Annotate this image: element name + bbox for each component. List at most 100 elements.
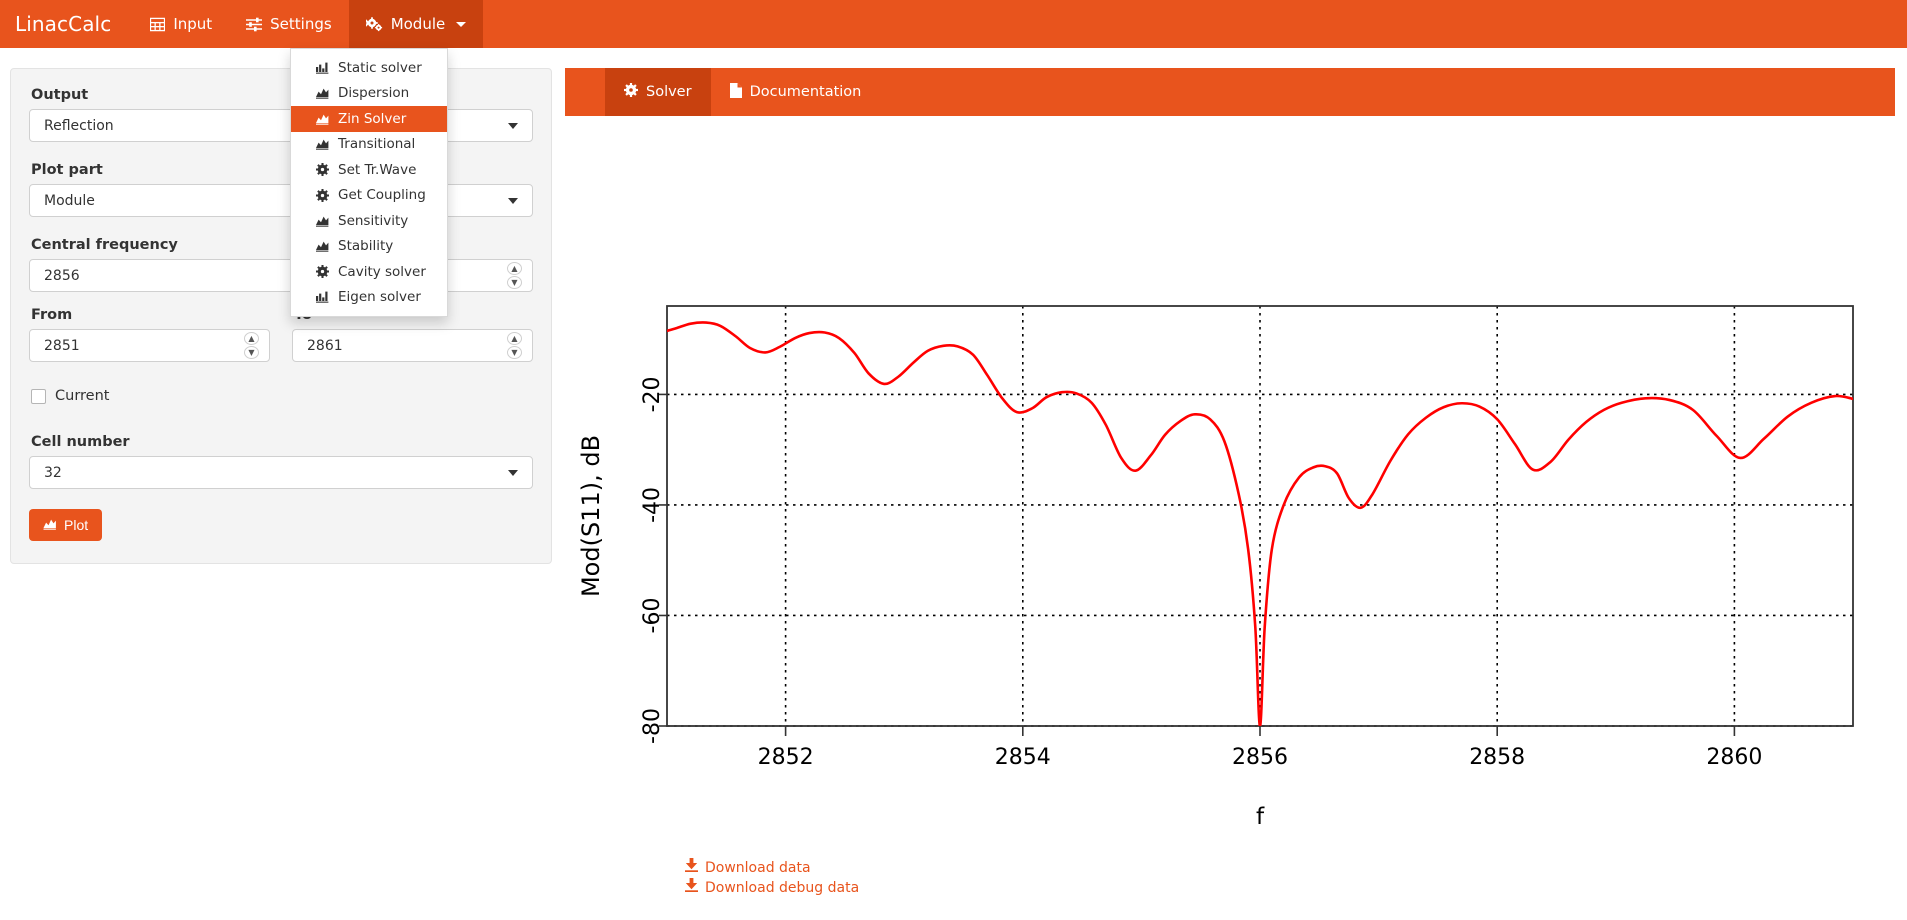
menu-item-label: Eigen solver: [338, 289, 421, 306]
results-tabbar: Solver Documentation: [565, 68, 1895, 116]
nav-item-input[interactable]: Input: [133, 0, 229, 48]
chevron-down-icon: [508, 197, 518, 204]
svg-text:-40: -40: [640, 487, 665, 523]
field-plot-part: Plot part Module: [29, 162, 533, 217]
field-cell-number: Cell number 32: [29, 434, 533, 489]
chart-area-icon: [316, 138, 329, 150]
menu-item-label: Transitional: [338, 136, 416, 153]
menu-item-label: Set Tr.Wave: [338, 161, 417, 178]
frequency-range-row: From 2851 ▲ ▼ To 2861 ▲: [29, 307, 533, 362]
menu-item-label: Cavity solver: [338, 263, 426, 280]
output-label: Output: [31, 87, 89, 103]
central-frequency-input[interactable]: 2856 ▲ ▼: [29, 259, 533, 292]
field-central-frequency: Central frequency 2856 ▲ ▼: [29, 237, 533, 292]
output-select[interactable]: Reflection: [29, 109, 533, 142]
table-icon: [150, 17, 166, 32]
svg-text:Mod(S11), dB: Mod(S11), dB: [577, 435, 605, 597]
svg-text:-20: -20: [640, 376, 665, 412]
download-data-link[interactable]: Download data: [685, 858, 811, 878]
download-link-label: Download debug data: [705, 880, 860, 896]
chevron-down-icon: [508, 469, 518, 476]
stepper-up-icon[interactable]: ▲: [244, 332, 259, 345]
from-stepper[interactable]: ▲ ▼: [244, 332, 259, 359]
from-input[interactable]: 2851 ▲ ▼: [29, 329, 270, 362]
tab-documentation[interactable]: Documentation: [711, 68, 881, 116]
menu-item-stability[interactable]: Stability: [291, 234, 447, 260]
menu-item-label: Static solver: [338, 59, 422, 76]
field-current[interactable]: Current: [31, 388, 533, 404]
tab-solver[interactable]: Solver: [605, 68, 711, 116]
download-link-label: Download data: [705, 860, 811, 876]
chart-bar-icon: [316, 62, 329, 74]
top-navbar: LinacCalc Input Settings Module: [0, 0, 1907, 48]
field-output: Output Reflection: [29, 87, 533, 142]
module-dropdown-menu: Static solver Dispersion Zin Solver Tran…: [290, 48, 448, 317]
plot-button[interactable]: Plot: [29, 509, 103, 541]
cell-number-label: Cell number: [31, 434, 130, 450]
stepper-up-icon[interactable]: ▲: [507, 332, 522, 345]
central-frequency-stepper[interactable]: ▲ ▼: [507, 262, 522, 289]
menu-item-get-coupling[interactable]: Get Coupling: [291, 183, 447, 209]
download-debug-data-link[interactable]: Download debug data: [685, 878, 859, 898]
menu-item-zin-solver[interactable]: Zin Solver: [291, 106, 447, 132]
plot-part-select[interactable]: Module: [29, 184, 533, 217]
gear-icon: [624, 83, 638, 101]
menu-item-transitional[interactable]: Transitional: [291, 132, 447, 158]
stepper-up-icon[interactable]: ▲: [507, 262, 522, 275]
svg-text:2852: 2852: [758, 745, 814, 770]
menu-item-cavity-solver[interactable]: Cavity solver: [291, 259, 447, 285]
stepper-down-icon[interactable]: ▼: [507, 276, 522, 289]
svg-text:2854: 2854: [995, 745, 1051, 770]
tab-label: Documentation: [749, 84, 862, 100]
current-checkbox[interactable]: [31, 388, 46, 404]
results-panel: Solver Documentation -20 -40 -60 -80 2852 285…: [565, 68, 1907, 898]
nav-item-label: Module: [390, 15, 446, 33]
app-brand[interactable]: LinacCalc: [0, 0, 133, 48]
chart-bar-icon: [316, 291, 329, 303]
tab-label: Solver: [646, 84, 692, 100]
chart-area-icon: [316, 240, 329, 252]
nav-item-module[interactable]: Module: [348, 0, 484, 48]
svg-text:-80: -80: [640, 708, 665, 744]
stepper-down-icon[interactable]: ▼: [507, 346, 522, 359]
chevron-down-icon: [508, 122, 518, 129]
svg-text:2860: 2860: [1706, 745, 1762, 770]
to-stepper[interactable]: ▲ ▼: [507, 332, 522, 359]
nav-item-settings[interactable]: Settings: [229, 0, 349, 48]
central-frequency-label: Central frequency: [31, 237, 178, 253]
menu-item-static-solver[interactable]: Static solver: [291, 55, 447, 81]
chart-area-icon: [43, 517, 57, 533]
gear-icon: [316, 265, 329, 279]
s11-reflection-chart: -20 -40 -60 -80 2852 2854 2856 2858 2860 Mod(S11)…: [577, 305, 1854, 830]
cell-number-value: 32: [44, 464, 62, 481]
svg-text:-60: -60: [640, 598, 665, 634]
plot-part-label: Plot part: [31, 162, 103, 178]
download-links: Download data Download debug data: [565, 858, 1895, 898]
from-value: 2851: [44, 337, 80, 354]
parameters-panel: Output Reflection Plot part Module Centr…: [10, 68, 552, 564]
plot-button-label: Plot: [64, 517, 89, 533]
chart-area-icon: [316, 113, 329, 125]
menu-item-label: Sensitivity: [338, 212, 409, 229]
gear-icon: [316, 163, 329, 177]
to-input[interactable]: 2861 ▲ ▼: [292, 329, 533, 362]
cogs-icon: [365, 16, 383, 32]
menu-item-label: Dispersion: [338, 85, 410, 102]
menu-item-set-tr-wave[interactable]: Set Tr.Wave: [291, 157, 447, 183]
plot-container: -20 -40 -60 -80 2852 2854 2856 2858 2860 Mod(S11)…: [565, 116, 1895, 898]
to-value: 2861: [307, 337, 343, 354]
file-icon: [729, 82, 742, 102]
stepper-down-icon[interactable]: ▼: [244, 346, 259, 359]
menu-item-sensitivity[interactable]: Sensitivity: [291, 208, 447, 234]
chart-area-icon: [316, 215, 329, 227]
field-from: From 2851 ▲ ▼: [29, 307, 270, 362]
sliders-icon: [246, 17, 263, 32]
parameters-form: Output Reflection Plot part Module Centr…: [0, 68, 565, 898]
cell-number-select[interactable]: 32: [29, 456, 533, 489]
menu-item-label: Zin Solver: [338, 110, 407, 127]
nav-item-label: Input: [173, 15, 213, 33]
menu-item-eigen-solver[interactable]: Eigen solver: [291, 285, 447, 311]
chevron-down-icon: [456, 21, 467, 27]
menu-item-label: Stability: [338, 238, 394, 255]
menu-item-dispersion[interactable]: Dispersion: [291, 81, 447, 107]
